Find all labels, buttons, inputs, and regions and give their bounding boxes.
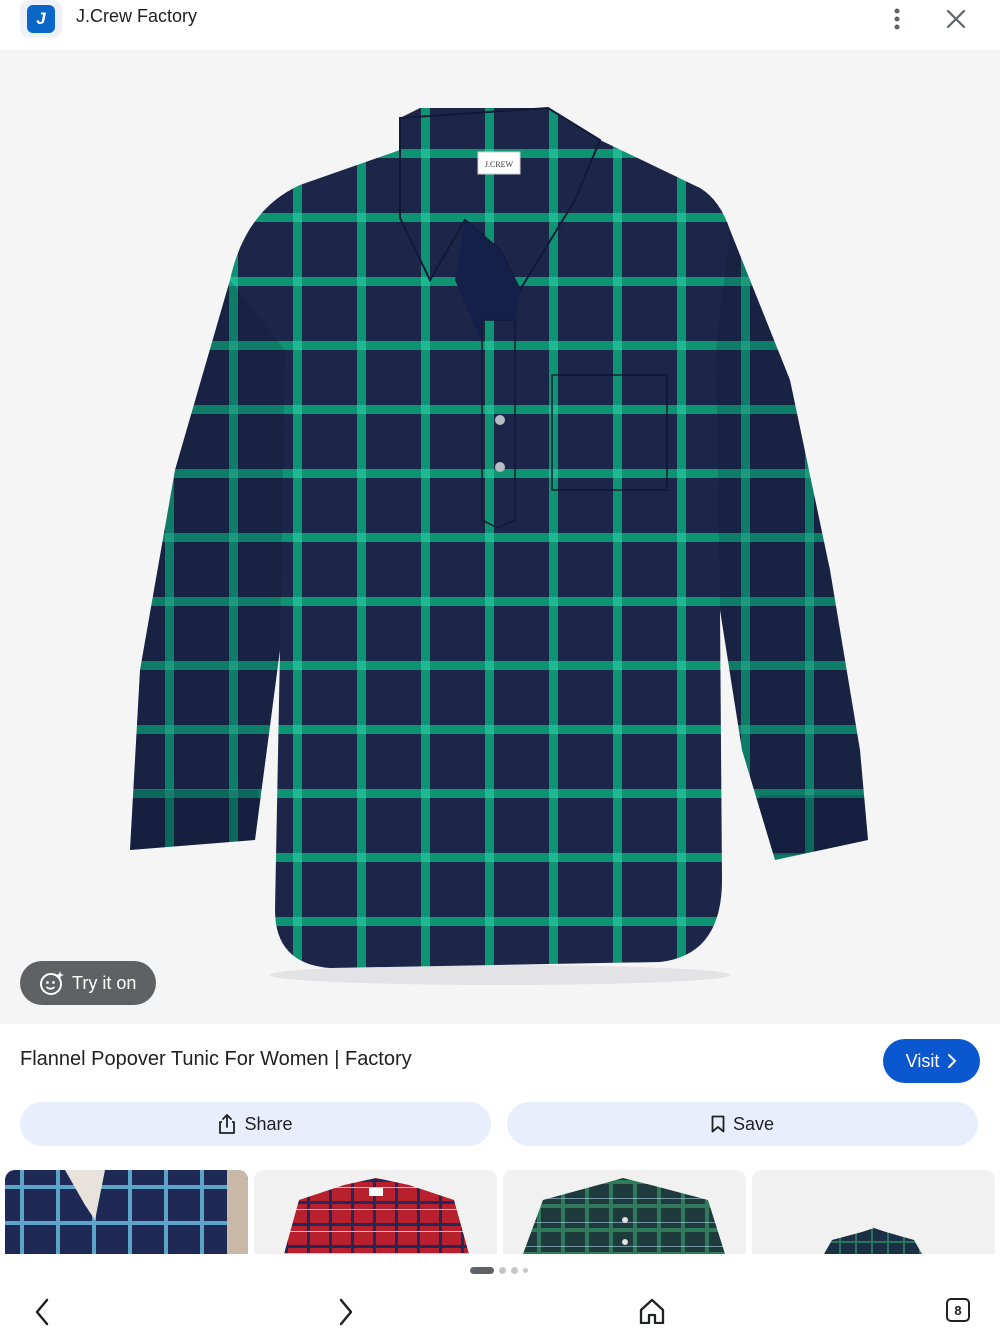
browser-bottom-nav: 8 [0,1284,1000,1333]
close-icon [946,9,966,29]
back-button[interactable] [22,1298,62,1333]
carousel-dot [511,1266,518,1274]
tabs-button[interactable]: 8 [938,1298,978,1333]
share-label: Share [244,1113,293,1134]
forward-button[interactable] [326,1298,366,1333]
brand-label: J.CREW [485,160,514,169]
bookmark-icon [711,1115,725,1133]
save-button[interactable]: Save [507,1102,978,1146]
jcrew-logo-icon: J [20,0,62,38]
related-products [0,1170,1000,1254]
chevron-right-icon [948,1054,957,1068]
chevron-left-icon [35,1298,49,1326]
chevron-right-icon [339,1298,353,1326]
green-plaid-shirt-image [752,1170,995,1254]
green-plaid-ruffle-shirt-image [503,1170,746,1254]
product-image: J.CREW [130,106,868,985]
carousel-dot [523,1267,528,1273]
carousel-dot-active [470,1266,494,1274]
navy-plaid-shirt-image [5,1170,248,1254]
related-thumb-red-plaid[interactable] [254,1170,497,1254]
visit-button[interactable]: Visit [883,1039,980,1083]
product-title[interactable]: Flannel Popover Tunic For Women | Factor… [20,1048,412,1071]
try-it-on-label: Try it on [72,972,137,993]
save-label: Save [732,1113,775,1134]
tabs-count: 8 [946,1298,970,1322]
visit-label: Visit [905,1050,940,1071]
close-button[interactable] [940,4,972,34]
related-thumb-green-plaid[interactable] [752,1170,995,1254]
home-icon [639,1298,665,1324]
carousel-dot [499,1266,506,1274]
share-icon [219,1114,236,1134]
site-name[interactable]: J.Crew Factory [76,6,197,27]
try-on-sparkle-icon [40,971,64,995]
related-thumb-green-plaid-ruffle[interactable] [503,1170,746,1254]
product-info-row: Flannel Popover Tunic For Women | Factor… [0,1024,1000,1102]
related-thumb-navy-plaid[interactable] [5,1170,248,1254]
try-it-on-button[interactable]: Try it on [20,961,156,1005]
more-options-button[interactable] [882,4,912,34]
carousel-indicator [470,1266,533,1274]
share-button[interactable]: Share [20,1102,491,1146]
top-bar: J J.Crew Factory [0,0,1000,50]
home-button[interactable] [632,1298,672,1333]
product-image-area[interactable]: J.CREW Try it on [0,50,1000,1024]
logo-text: J [36,9,46,28]
more-vert-icon [894,8,900,30]
red-plaid-shirt-image [254,1170,497,1254]
